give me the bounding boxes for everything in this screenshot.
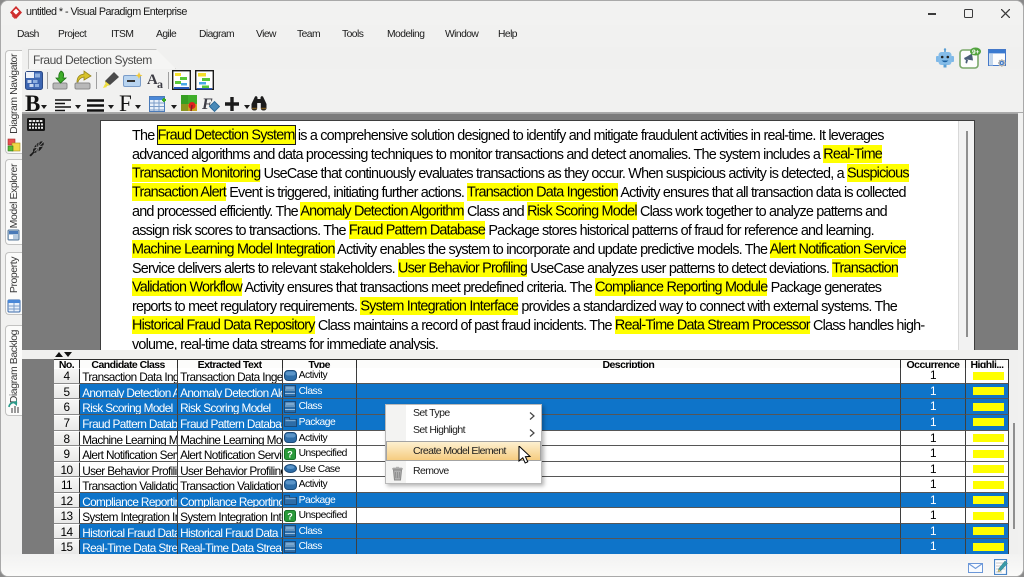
svg-text:?: ? (287, 511, 292, 521)
svg-text:?: ? (287, 449, 292, 459)
svg-text:9+: 9+ (972, 49, 980, 56)
svg-text:a: a (157, 77, 163, 89)
